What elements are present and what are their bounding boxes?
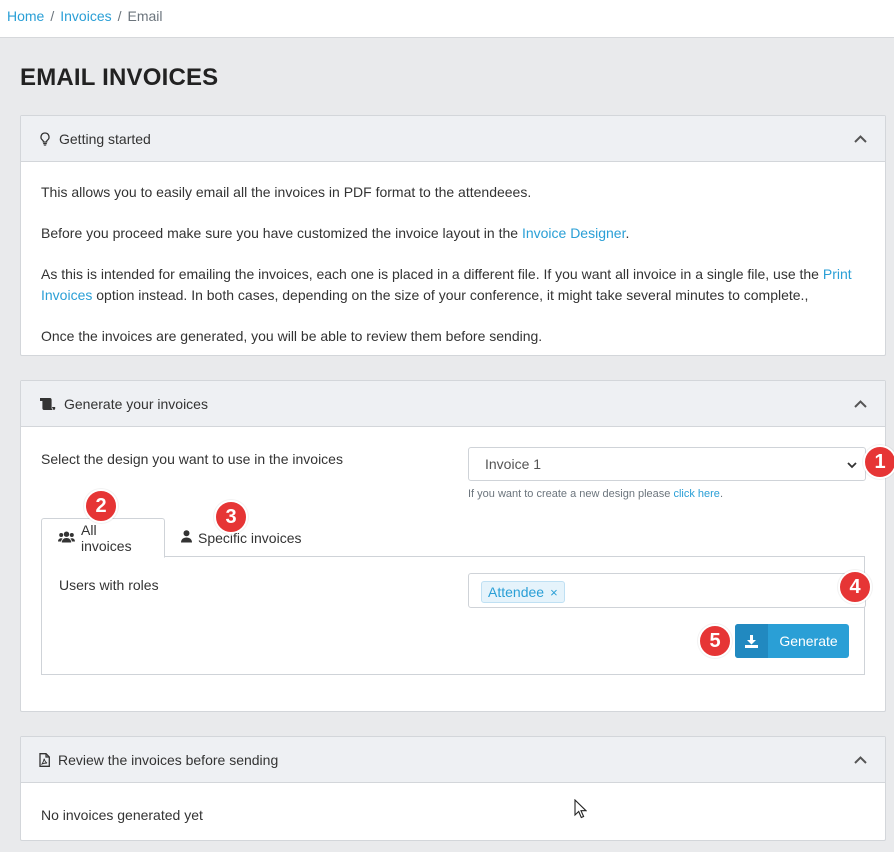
- chevron-up-icon[interactable]: [854, 134, 867, 143]
- roles-label: Users with roles: [59, 577, 159, 593]
- download-icon: [735, 624, 768, 658]
- roles-multiselect[interactable]: Attendee ×: [468, 573, 866, 608]
- invoice-scope-tabs: All invoices Specific invoices: [41, 518, 865, 558]
- generate-title: Generate your invoices: [64, 395, 208, 412]
- callout-badge-1: 1: [863, 445, 894, 479]
- no-invoices-text: No invoices generated yet: [41, 807, 203, 823]
- lightbulb-icon: [39, 131, 51, 146]
- new-design-help: If you want to create a new design pleas…: [468, 488, 723, 500]
- breadcrumb-separator: /: [50, 8, 55, 24]
- callout-badge-5: 5: [698, 624, 732, 658]
- breadcrumb: Home / Invoices / Email: [0, 0, 894, 38]
- role-tag: Attendee ×: [481, 581, 565, 603]
- tab-all-invoices-label: All invoices: [81, 522, 132, 554]
- breadcrumb-home[interactable]: Home: [7, 8, 44, 24]
- breadcrumb-current: Email: [127, 8, 163, 24]
- users-icon: [58, 530, 75, 546]
- generate-header[interactable]: Generate your invoices: [21, 381, 885, 427]
- getting-started-body: This allows you to easily email all the …: [21, 162, 885, 367]
- mouse-cursor-icon: [574, 798, 588, 822]
- design-select[interactable]: Invoice 1: [468, 447, 866, 481]
- pdf-file-icon: [39, 752, 50, 767]
- generate-button[interactable]: Generate: [735, 624, 849, 658]
- review-header[interactable]: Review the invoices before sending: [21, 737, 885, 783]
- chevron-up-icon[interactable]: [854, 399, 867, 408]
- review-title: Review the invoices before sending: [58, 751, 279, 768]
- user-icon: [181, 529, 192, 546]
- callout-badge-4: 4: [838, 570, 872, 604]
- tab-specific-invoices-label: Specific invoices: [198, 529, 302, 546]
- callout-badge-2: 2: [84, 489, 118, 523]
- callout-badge-3: 3: [214, 500, 248, 534]
- create-design-link[interactable]: click here: [673, 488, 719, 500]
- review-card: Review the invoices before sending No in…: [20, 736, 886, 841]
- print-invoices-text: As this is intended for emailing the inv…: [41, 266, 852, 303]
- tab-all-invoices[interactable]: All invoices: [41, 518, 165, 558]
- all-invoices-panel: Users with roles Attendee × Generate: [41, 556, 866, 675]
- getting-started-header[interactable]: Getting started: [21, 116, 885, 162]
- designer-text: Before you proceed make sure you have cu…: [41, 225, 630, 241]
- intro-text: This allows you to easily email all the …: [41, 184, 532, 200]
- design-select-label: Select the design you want to use in the…: [41, 451, 343, 467]
- invoice-designer-link[interactable]: Invoice Designer: [522, 225, 626, 241]
- getting-started-card: Getting started This allows you to easil…: [20, 115, 886, 356]
- breadcrumb-invoices[interactable]: Invoices: [60, 8, 111, 24]
- review-note-text: Once the invoices are generated, you wil…: [41, 328, 543, 344]
- remove-tag-icon[interactable]: ×: [550, 585, 558, 600]
- getting-started-title: Getting started: [59, 130, 151, 147]
- page-title: EMAIL INVOICES: [20, 64, 219, 91]
- scroll-icon: [39, 397, 56, 411]
- chevron-down-icon: [847, 456, 857, 472]
- generate-button-label: Generate: [779, 633, 838, 649]
- chevron-up-icon[interactable]: [854, 755, 867, 764]
- generate-card: Generate your invoices Select the design…: [20, 380, 886, 712]
- breadcrumb-separator: /: [117, 8, 122, 24]
- role-tag-label: Attendee: [488, 584, 545, 600]
- design-select-value: Invoice 1: [485, 456, 542, 472]
